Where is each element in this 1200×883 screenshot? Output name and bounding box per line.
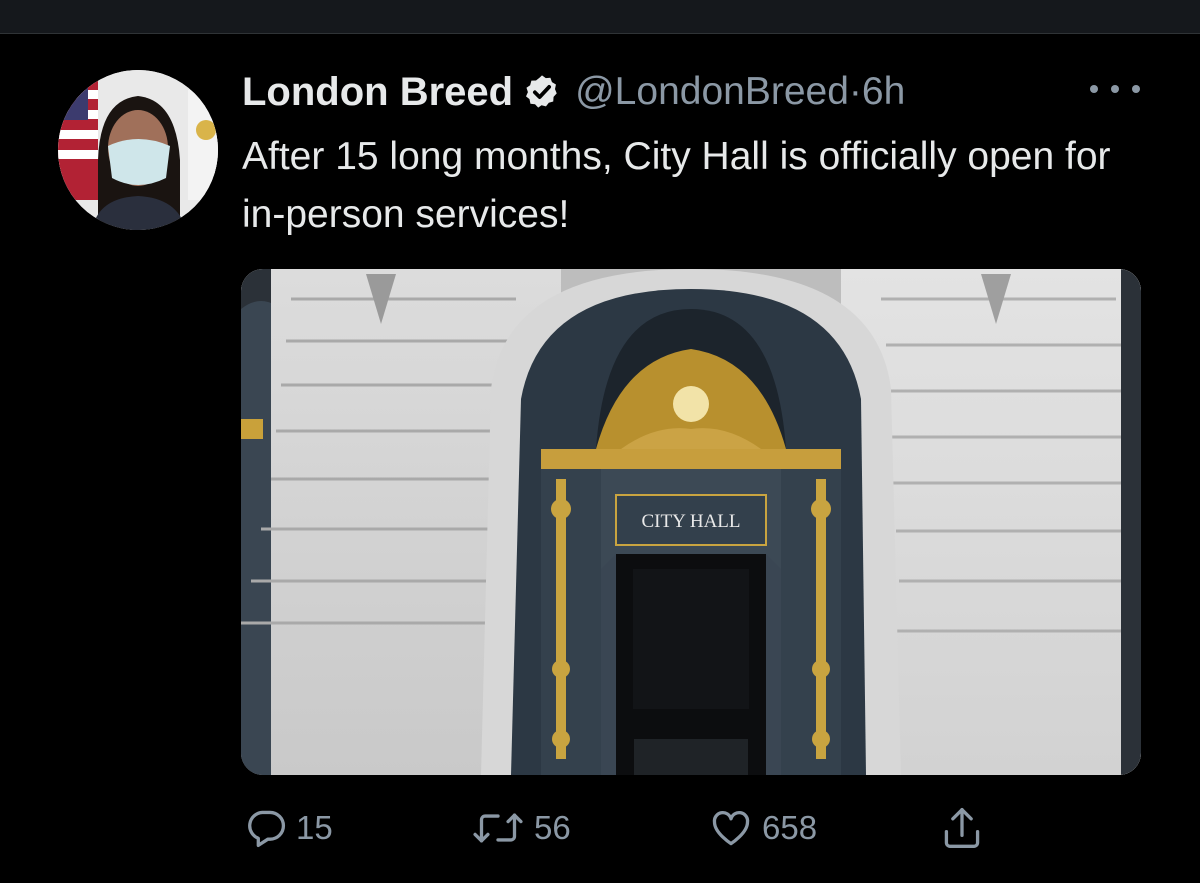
- tweet-actions: 15 56 658: [0, 800, 1200, 856]
- avatar-image: [58, 70, 218, 230]
- timestamp[interactable]: 6h: [862, 70, 905, 113]
- more-dot: [1111, 85, 1119, 93]
- share-icon: [940, 804, 984, 852]
- verified-badge-icon: [523, 73, 561, 111]
- reply-button[interactable]: 15: [244, 800, 333, 856]
- share-button[interactable]: [940, 800, 984, 856]
- like-button[interactable]: 658: [708, 800, 817, 856]
- separator: ·: [848, 70, 862, 113]
- handle-line: @LondonBreed·6h: [575, 70, 905, 114]
- retweet-count: 56: [534, 809, 571, 846]
- more-options-icon[interactable]: [1090, 74, 1140, 104]
- top-bar: [0, 0, 1200, 34]
- sign-text: CITY HALL: [641, 511, 740, 532]
- more-dot: [1132, 85, 1140, 93]
- like-count: 658: [762, 809, 818, 846]
- tweet-text: After 15 long months, City Hall is offic…: [242, 135, 1111, 236]
- avatar[interactable]: [58, 70, 218, 230]
- handle[interactable]: @LondonBreed: [575, 70, 849, 113]
- reply-count: 15: [296, 809, 333, 846]
- retweet-icon: [470, 806, 526, 850]
- city-hall-photo: CITY HALL: [241, 269, 1141, 775]
- reply-icon: [244, 806, 288, 850]
- more-dot: [1090, 85, 1098, 93]
- tweet-media[interactable]: CITY HALL: [241, 269, 1141, 775]
- heart-icon: [708, 806, 754, 850]
- retweet-button[interactable]: 56: [470, 800, 571, 856]
- display-name[interactable]: London Breed: [242, 70, 513, 115]
- tweet-header: London Breed @LondonBreed·6h: [242, 66, 905, 118]
